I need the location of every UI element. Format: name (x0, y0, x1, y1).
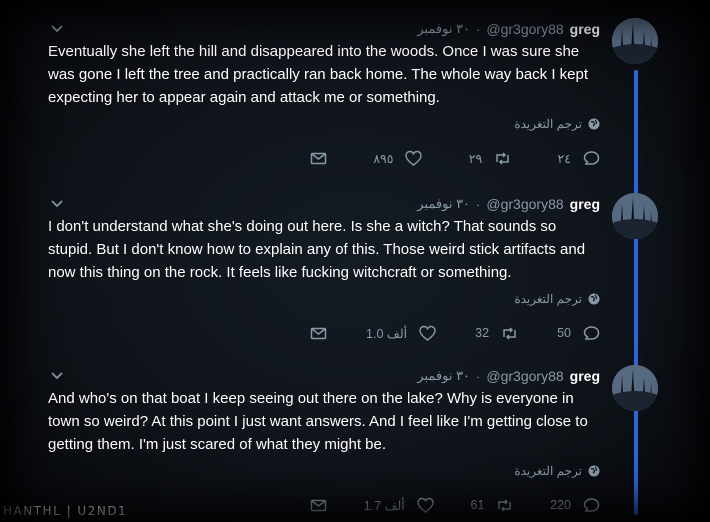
retweet-button[interactable]: 61 (471, 497, 514, 514)
retweet-icon (496, 151, 509, 165)
like-icon (417, 497, 434, 513)
message-icon (310, 152, 327, 164)
user-name[interactable]: greg (570, 368, 600, 384)
tweet-date[interactable]: ٣٠ نوفمبر (417, 368, 470, 384)
translate-tweet-link[interactable]: ترجم التغريدة (514, 464, 600, 478)
tweet-date[interactable]: ٣٠ نوفمبر (417, 196, 470, 212)
avatar[interactable] (612, 365, 658, 411)
chevron-down-icon[interactable] (48, 21, 66, 37)
user-handle[interactable]: @gr3gory88 (486, 368, 563, 384)
separator-dot: · (476, 21, 481, 37)
globe-icon (588, 465, 600, 477)
message-icon (310, 327, 327, 339)
tweet-actions: ٨٩٥ ٢٩ ٢٤ (310, 148, 600, 168)
user-handle[interactable]: @gr3gory88 (486, 21, 563, 37)
reply-icon (583, 497, 600, 512)
separator-dot: · (476, 196, 481, 212)
tweet-text: I don't understand what she's doing out … (48, 218, 586, 281)
globe-icon (588, 118, 600, 130)
translate-tweet-link[interactable]: ترجم التغريدة (514, 117, 600, 131)
thread-connector-line (634, 70, 638, 515)
message-icon (310, 499, 327, 511)
retweet-count: 32 (475, 326, 490, 340)
retweet-button[interactable]: ٢٩ (469, 150, 511, 167)
reply-count: 220 (550, 498, 571, 512)
tweet-text: Eventually she left the hill and disappe… (48, 43, 589, 106)
tweet-header: ٣٠ نوفمبر · @gr3gory88 greg (48, 365, 600, 387)
globe-icon (588, 293, 600, 305)
separator-dot: · (476, 368, 481, 384)
chevron-down-icon[interactable] (48, 196, 66, 212)
chevron-down-icon[interactable] (48, 368, 66, 384)
message-button[interactable] (310, 150, 327, 167)
retweet-icon (503, 326, 516, 340)
reply-button[interactable]: 220 (550, 497, 600, 514)
like-button[interactable]: 1.0 ألف (366, 325, 436, 342)
translate-label: ترجم التغريدة (514, 117, 582, 131)
tweet-actions: 1.7 ألف 61 220 (310, 495, 600, 515)
translate-label: ترجم التغريدة (514, 292, 582, 306)
avatar[interactable] (612, 193, 658, 239)
like-icon (405, 150, 423, 166)
like-button[interactable]: 1.7 ألف (364, 497, 434, 514)
like-icon (419, 325, 436, 341)
user-handle[interactable]: @gr3gory88 (486, 196, 563, 212)
reply-icon (583, 150, 600, 165)
retweet-count: 61 (470, 498, 485, 512)
avatar[interactable] (612, 18, 658, 64)
retweet-button[interactable]: 32 (475, 325, 518, 342)
translate-label: ترجم التغريدة (514, 464, 582, 478)
tweet-actions: 1.0 ألف 32 50 (310, 323, 600, 343)
tweet-text: And who's on that boat I keep seeing out… (48, 390, 588, 453)
reply-count: 50 (557, 326, 571, 340)
retweet-count: ٢٩ (468, 151, 483, 166)
tweet-header: ٣٠ نوفمبر · @gr3gory88 greg (48, 193, 600, 215)
like-count: 1.7 ألف (363, 498, 405, 513)
like-count: ٨٩٥ (373, 151, 394, 166)
like-button[interactable]: ٨٩٥ (373, 150, 423, 167)
footer-credit: HANTHL | U2ND1 (3, 504, 128, 518)
retweet-icon (498, 498, 512, 512)
reply-button[interactable]: ٢٤ (558, 150, 600, 167)
reply-icon (583, 325, 600, 340)
user-name[interactable]: greg (570, 196, 600, 212)
message-button[interactable] (310, 497, 327, 514)
translate-tweet-link[interactable]: ترجم التغريدة (514, 292, 600, 306)
tweet-date[interactable]: ٣٠ نوفمبر (417, 21, 470, 37)
like-count: 1.0 ألف (366, 326, 408, 341)
user-name[interactable]: greg (570, 21, 600, 37)
reply-button[interactable]: 50 (557, 325, 600, 342)
message-button[interactable] (310, 325, 327, 342)
reply-count: ٢٤ (557, 151, 571, 166)
tweet-header: ٣٠ نوفمبر · @gr3gory88 greg (48, 18, 600, 40)
